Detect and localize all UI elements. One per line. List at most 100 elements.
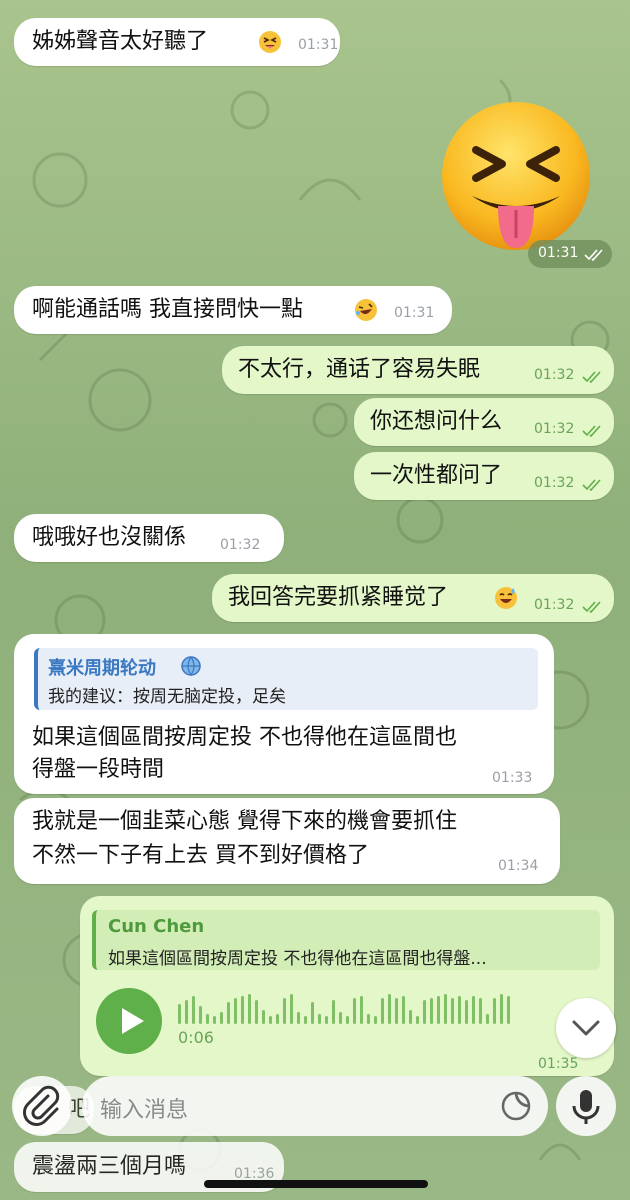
- waveform-bar: [493, 998, 496, 1024]
- message-text-line: 得盤一段時間: [32, 757, 165, 782]
- waveform-bar: [444, 994, 447, 1024]
- voice-waveform[interactable]: [176, 990, 516, 1030]
- message-text: 我回答完要抓紧睡觉了: [228, 585, 449, 610]
- waveform-bar: [479, 998, 482, 1024]
- message-text: 震盪兩三個月嗎: [32, 1154, 187, 1179]
- reply-sender-name: 熹米周期轮动: [48, 658, 156, 679]
- waveform-bar: [367, 1014, 370, 1024]
- waveform-bar: [178, 1004, 181, 1024]
- double-check-icon: [582, 425, 601, 437]
- waveform-bar: [192, 996, 195, 1024]
- message-text: 姊姊聲音太好聽了: [32, 29, 209, 54]
- waveform-bar: [360, 996, 363, 1024]
- message-outgoing[interactable]: 不太行，通话了容易失眠 01:32: [222, 346, 614, 394]
- message-input-bar[interactable]: 输入消息: [82, 1076, 548, 1136]
- message-outgoing[interactable]: 我回答完要抓紧睡觉了 01:32: [212, 574, 614, 622]
- sticker-message[interactable]: [436, 98, 596, 258]
- message-time: 01:32: [534, 597, 575, 613]
- microphone-icon: [572, 1090, 600, 1124]
- message-incoming-with-reply[interactable]: 熹米周期轮动 我的建议：按周无脑定投，足矣 如果這個區間按周定投 不也得他在這區…: [14, 634, 554, 794]
- message-time: 01:32: [534, 475, 575, 491]
- waveform-bar: [430, 998, 433, 1024]
- play-button[interactable]: [96, 988, 162, 1054]
- waveform-bar: [374, 1016, 377, 1024]
- waveform-bar: [248, 994, 251, 1024]
- message-time: 01:32: [534, 367, 575, 383]
- waveform-bar: [423, 1000, 426, 1024]
- waveform-bar: [304, 1016, 307, 1024]
- message-time: 01:33: [492, 770, 533, 786]
- message-time: 01:32: [220, 537, 261, 553]
- waveform-bar: [220, 1012, 223, 1024]
- message-incoming[interactable]: 哦哦好也沒關係 01:32: [14, 514, 284, 562]
- play-icon: [122, 1008, 144, 1034]
- message-outgoing[interactable]: 一次性都问了 01:32: [354, 452, 614, 500]
- message-incoming[interactable]: 啊能通話嗎 我直接問快一點 01:31: [14, 286, 452, 334]
- waveform-bar: [402, 996, 405, 1024]
- attach-button[interactable]: [12, 1076, 72, 1136]
- voice-duration: 0:06: [178, 1028, 214, 1047]
- message-time: 01:31: [298, 37, 339, 53]
- waveform-bar: [227, 1002, 230, 1024]
- waveform-bar: [353, 998, 356, 1024]
- sticker-icon[interactable]: [496, 1086, 536, 1126]
- waveform-bar: [437, 996, 440, 1024]
- waveform-bar: [206, 1014, 209, 1024]
- message-input[interactable]: 输入消息: [100, 1092, 188, 1124]
- waveform-bar: [269, 1016, 272, 1024]
- waveform-bar: [262, 1010, 265, 1024]
- message-text: 一次性都问了: [370, 463, 503, 488]
- double-check-icon: [584, 249, 603, 261]
- message-outgoing[interactable]: 你还想问什么 01:32: [354, 398, 614, 446]
- message-time: 01:34: [498, 858, 539, 874]
- message-incoming[interactable]: 姊姊聲音太好聽了 01:31: [14, 18, 340, 66]
- waveform-bar: [458, 996, 461, 1024]
- reply-sender-name: Cun Chen: [108, 916, 205, 937]
- message-text: 不太行，通话了容易失眠: [238, 357, 481, 382]
- reply-quote[interactable]: 熹米周期轮动 我的建议：按周无脑定投，足矣: [34, 648, 538, 710]
- waveform-bar: [255, 1000, 258, 1024]
- waveform-bar: [409, 1010, 412, 1024]
- message-incoming[interactable]: 我就是一個韭菜心態 覺得下來的機會要抓住 不然一下子有上去 買不到好價格了 01…: [14, 798, 560, 884]
- waveform-bar: [472, 996, 475, 1024]
- double-check-icon: [582, 601, 601, 613]
- waveform-bar: [346, 1016, 349, 1024]
- message-time: 01:32: [534, 421, 575, 437]
- waveform-bar: [339, 1012, 342, 1024]
- sweat-smile-emoji: [495, 587, 517, 609]
- paperclip-icon: [23, 1085, 60, 1126]
- message-time: 01:31: [394, 305, 435, 321]
- message-text: 啊能通話嗎 我直接問快一點: [32, 297, 303, 322]
- reply-quote[interactable]: Cun Chen 如果這個區間按周定投 不也得他在這區間也得盤...: [92, 910, 600, 970]
- reply-text: 我的建议：按周无脑定投，足矣: [48, 687, 286, 707]
- waveform-bar: [416, 1016, 419, 1024]
- waveform-bar: [290, 994, 293, 1024]
- waveform-bar: [395, 998, 398, 1024]
- double-check-icon: [582, 479, 601, 491]
- home-indicator: [204, 1180, 428, 1188]
- reply-text: 如果這個區間按周定投 不也得他在這區間也得盤...: [108, 949, 487, 969]
- microphone-button[interactable]: [556, 1076, 616, 1136]
- squinting-face-with-tongue-sticker: [442, 102, 590, 250]
- waveform-bar: [213, 1016, 216, 1024]
- waveform-bar: [325, 1016, 328, 1024]
- voice-message-outgoing[interactable]: Cun Chen 如果這個區間按周定投 不也得他在這區間也得盤... 0:06 …: [80, 896, 614, 1076]
- waveform-bar: [465, 1000, 468, 1024]
- waveform-bar: [507, 996, 510, 1024]
- sticker-time-badge: 01:31: [528, 240, 612, 268]
- scroll-down-button[interactable]: [556, 998, 616, 1058]
- waveform-bar: [199, 1006, 202, 1024]
- waveform-bar: [500, 994, 503, 1024]
- message-text-line: 如果這個區間按周定投 不也得他在這區間也: [32, 725, 457, 750]
- rolling-laughing-emoji: [355, 299, 377, 321]
- waveform-bar: [332, 1000, 335, 1024]
- waveform-bar: [234, 998, 237, 1024]
- chevron-down-icon: [572, 1020, 600, 1036]
- message-text-line: 我就是一個韭菜心態 覺得下來的機會要抓住: [32, 809, 457, 834]
- waveform-bar: [451, 998, 454, 1024]
- double-check-icon: [582, 371, 601, 383]
- waveform-bar: [486, 1014, 489, 1024]
- message-time: 01:31: [538, 245, 579, 261]
- message-time: 01:35: [538, 1056, 579, 1072]
- waveform-bar: [318, 1014, 321, 1024]
